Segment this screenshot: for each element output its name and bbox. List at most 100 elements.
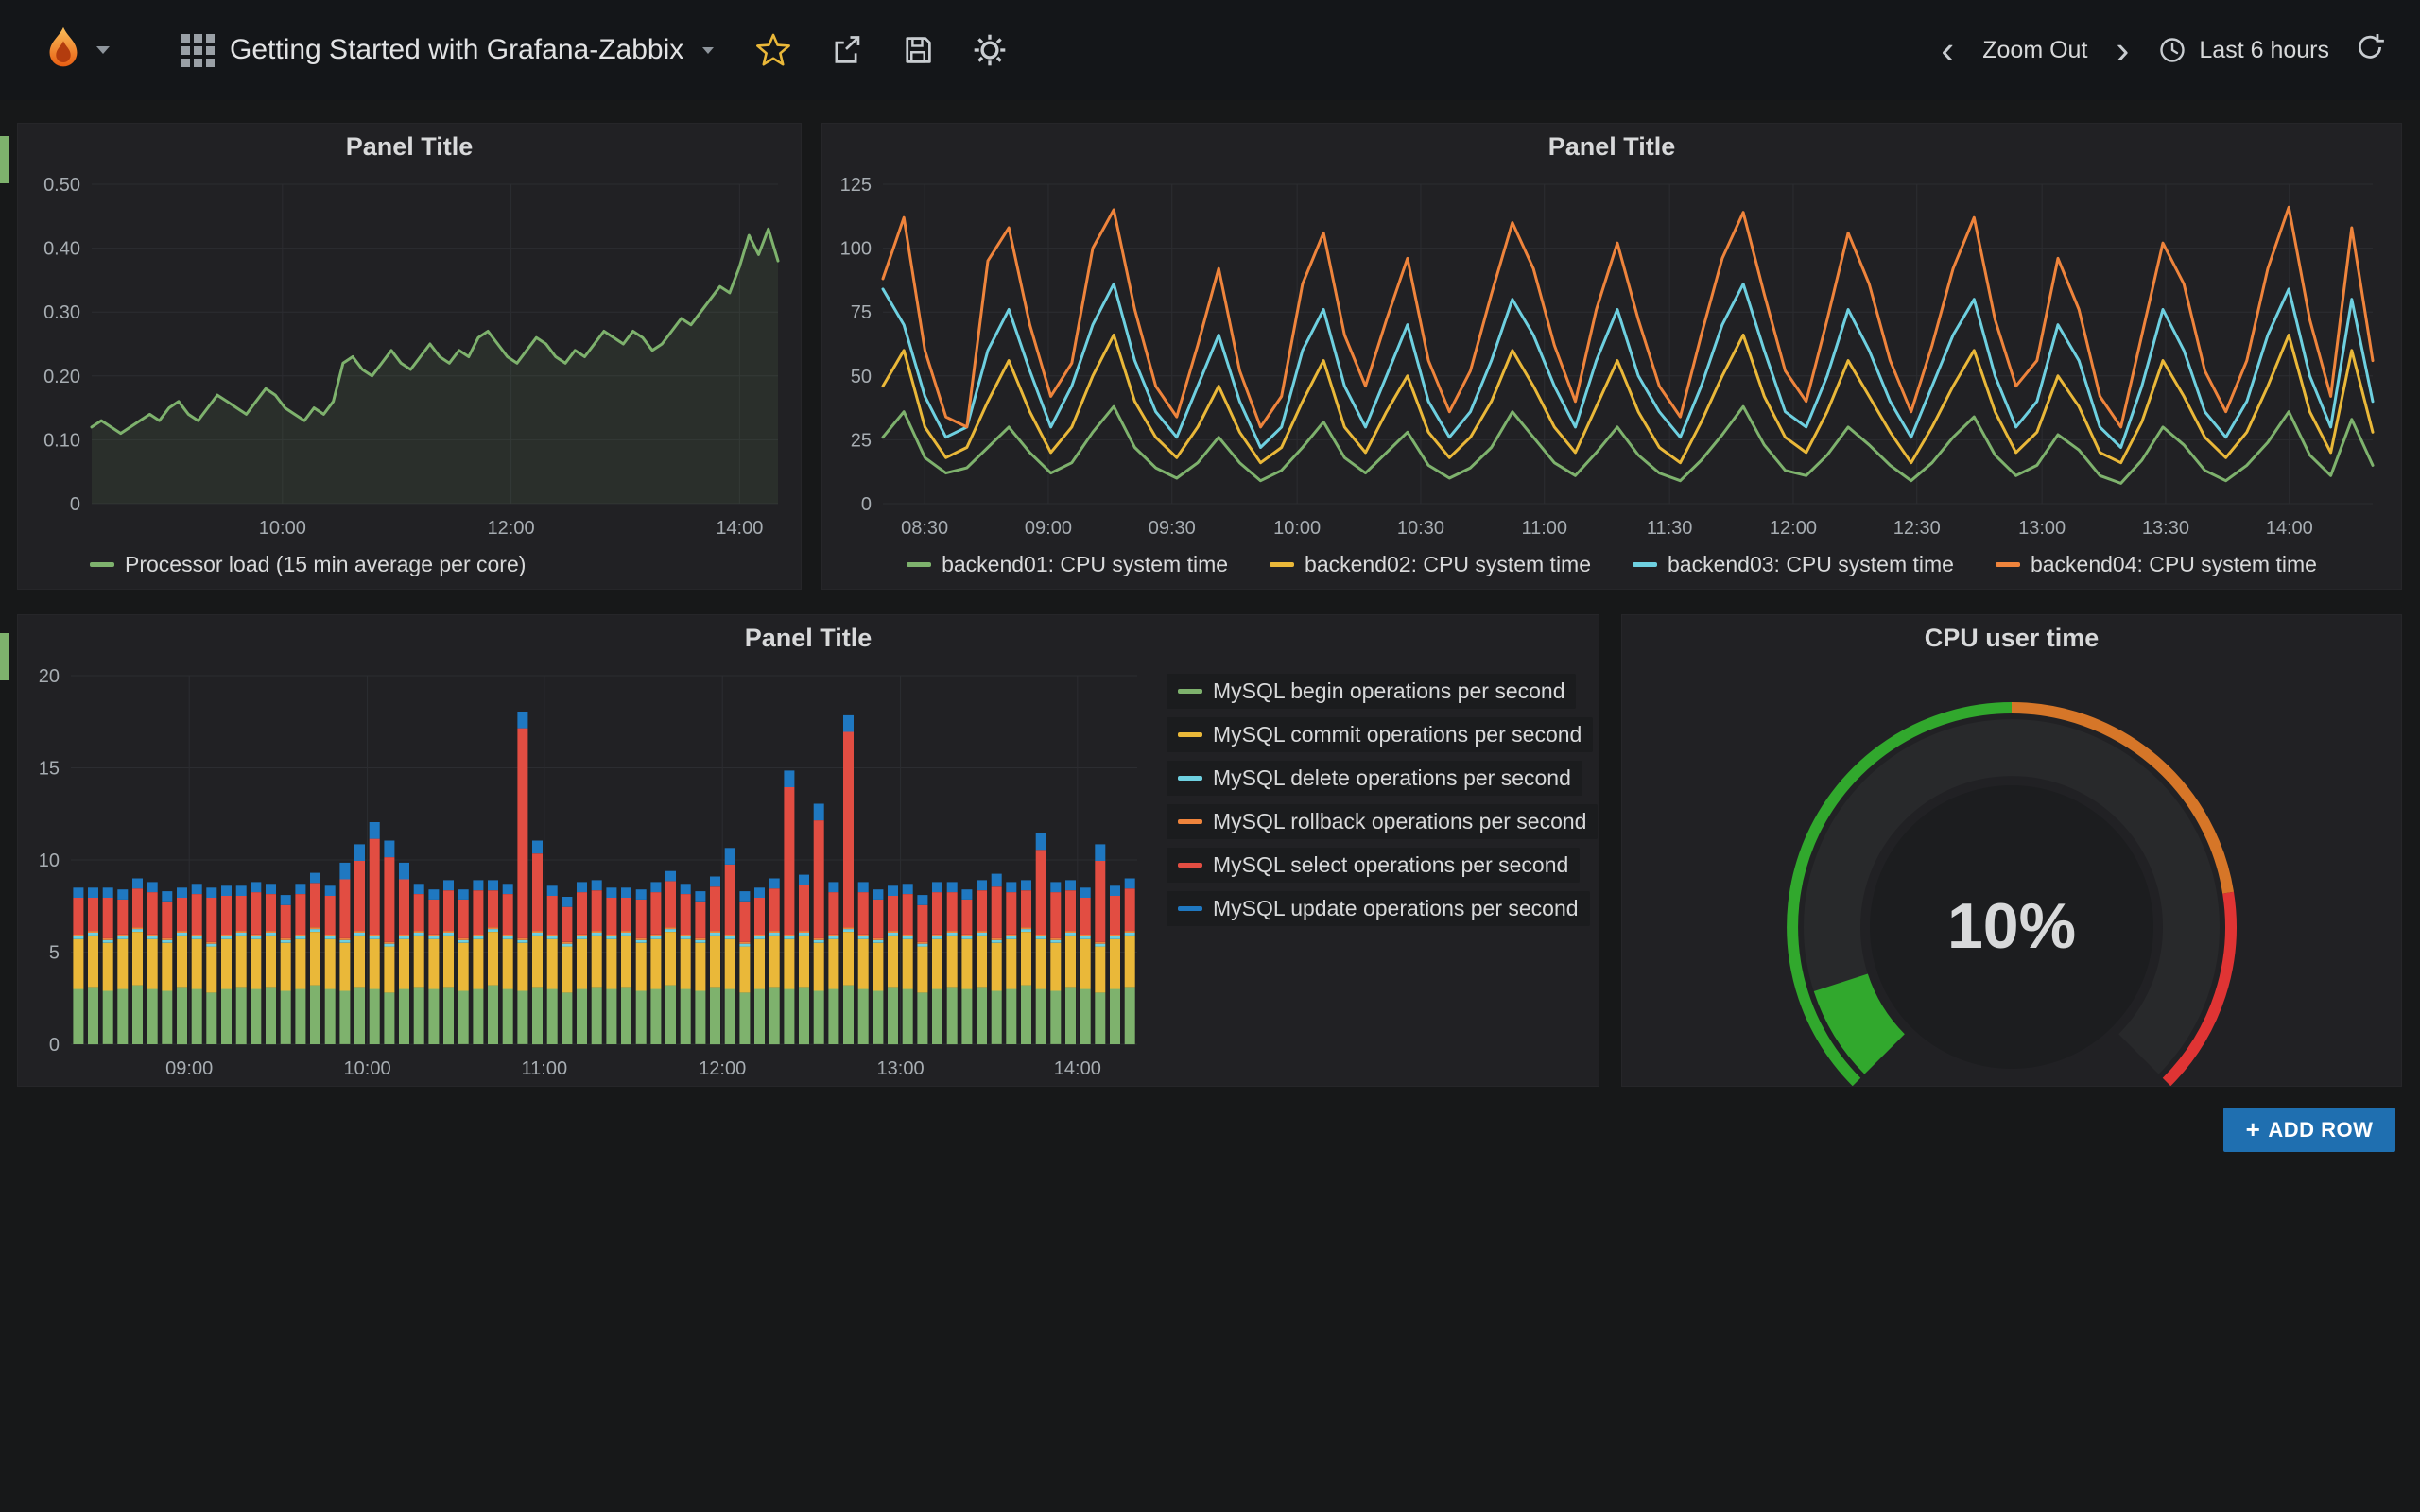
cpu-user-time-gauge[interactable]: 10%: [1622, 661, 2401, 1086]
processor-load-chart[interactable]: 00.100.200.300.400.5010:0012:0014:00: [18, 169, 801, 545]
svg-text:14:00: 14:00: [716, 518, 763, 539]
grafana-menu-button[interactable]: [0, 0, 147, 100]
series-color-dash: [1178, 732, 1202, 737]
legend-item[interactable]: backend01: CPU system time: [907, 552, 1228, 577]
series-label: MySQL commit operations per second: [1213, 722, 1582, 747]
panel-cpu-user-time: CPU user time 10%: [1621, 614, 2402, 1087]
dashboard-picker[interactable]: Getting Started with Grafana-Zabbix: [182, 34, 714, 67]
svg-text:10:00: 10:00: [1273, 518, 1321, 539]
save-button[interactable]: [901, 33, 935, 67]
star-icon: [755, 32, 791, 68]
series-label: backend04: CPU system time: [2031, 552, 2317, 577]
caret-down-icon: [702, 47, 714, 54]
svg-text:13:00: 13:00: [877, 1058, 925, 1079]
svg-text:13:30: 13:30: [2142, 518, 2189, 539]
chart-legend: Processor load (15 min average per core): [18, 544, 801, 584]
add-row-label: ADD ROW: [2268, 1118, 2373, 1143]
svg-text:09:00: 09:00: [165, 1058, 213, 1079]
clock-icon: [2157, 35, 2187, 65]
svg-text:10%: 10%: [1947, 890, 2076, 962]
navbar: Getting Started with Grafana-Zabbix: [0, 0, 2420, 100]
panel-processor-load: Panel Title 00.100.200.300.400.5010:0012…: [17, 123, 802, 590]
series-label: MySQL delete operations per second: [1213, 765, 1571, 791]
svg-text:14:00: 14:00: [2266, 518, 2313, 539]
panel-title[interactable]: Panel Title: [822, 124, 2401, 169]
svg-text:11:30: 11:30: [1647, 518, 1693, 539]
series-color-dash: [1633, 562, 1657, 567]
settings-button[interactable]: [973, 33, 1007, 67]
svg-text:10:00: 10:00: [259, 518, 306, 539]
svg-text:14:00: 14:00: [1054, 1058, 1101, 1079]
row-toggle-tab[interactable]: [0, 633, 9, 680]
legend-item[interactable]: MySQL update operations per second: [1167, 891, 1590, 926]
series-label: MySQL select operations per second: [1213, 852, 1568, 878]
legend-item[interactable]: MySQL rollback operations per second: [1167, 804, 1598, 839]
panel-title[interactable]: CPU user time: [1622, 615, 2401, 661]
chevron-left-icon[interactable]: ‹: [1937, 30, 1958, 70]
svg-text:12:30: 12:30: [1893, 518, 1941, 539]
row-toggle-tab[interactable]: [0, 136, 9, 183]
svg-text:0.20: 0.20: [43, 367, 80, 387]
svg-text:125: 125: [840, 175, 872, 196]
legend-item[interactable]: backend03: CPU system time: [1633, 552, 1954, 577]
chart-legend: MySQL begin operations per second MySQL c…: [1167, 674, 1598, 926]
chart-legend: backend01: CPU system time backend02: CPU…: [822, 544, 2401, 584]
legend-item[interactable]: MySQL select operations per second: [1167, 848, 1580, 883]
svg-text:0.50: 0.50: [43, 175, 80, 196]
svg-text:0: 0: [49, 1035, 60, 1056]
mysql-operations-chart[interactable]: 0510152009:0010:0011:0012:0013:0014:00: [18, 661, 1152, 1086]
series-color-dash: [1270, 562, 1294, 567]
share-button[interactable]: [829, 33, 863, 67]
gear-icon: [973, 33, 1007, 67]
series-color-dash: [1178, 819, 1202, 824]
svg-text:12:00: 12:00: [1770, 518, 1817, 539]
svg-text:12:00: 12:00: [488, 518, 535, 539]
series-color-dash: [1178, 776, 1202, 781]
panel-mysql-operations: Panel Title 0510152009:0010:0011:0012:00…: [17, 614, 1599, 1087]
time-range-picker[interactable]: Last 6 hours: [2157, 35, 2329, 65]
svg-text:100: 100: [840, 239, 872, 260]
save-icon: [901, 33, 935, 67]
svg-text:0: 0: [861, 494, 872, 515]
svg-text:12:00: 12:00: [699, 1058, 746, 1079]
panel-backend-cpu: Panel Title 025507510012508:3009:0009:30…: [821, 123, 2402, 590]
series-color-dash: [1178, 689, 1202, 694]
svg-text:09:30: 09:30: [1149, 518, 1196, 539]
svg-text:20: 20: [39, 666, 60, 687]
chevron-right-icon[interactable]: ›: [2112, 30, 2133, 70]
legend-item[interactable]: backend02: CPU system time: [1270, 552, 1591, 577]
series-label: MySQL begin operations per second: [1213, 679, 1564, 704]
svg-text:10:30: 10:30: [1397, 518, 1444, 539]
zoom-out-button[interactable]: Zoom Out: [1982, 37, 2087, 64]
legend-item[interactable]: Processor load (15 min average per core): [90, 552, 526, 577]
series-label: backend01: CPU system time: [942, 552, 1228, 577]
share-icon: [829, 33, 863, 67]
grafana-logo-icon: [38, 25, 89, 76]
panel-title[interactable]: Panel Title: [18, 615, 1599, 661]
panel-title[interactable]: Panel Title: [18, 124, 801, 169]
svg-text:09:00: 09:00: [1025, 518, 1072, 539]
legend-item[interactable]: MySQL begin operations per second: [1167, 674, 1576, 709]
time-controls: ‹ Zoom Out › Last 6 hours: [1937, 30, 2420, 70]
dashboard-title: Getting Started with Grafana-Zabbix: [230, 34, 683, 66]
star-button[interactable]: [755, 32, 791, 68]
svg-text:0.30: 0.30: [43, 302, 80, 323]
series-label: backend02: CPU system time: [1305, 552, 1591, 577]
caret-down-icon: [96, 46, 110, 54]
svg-text:0.10: 0.10: [43, 430, 80, 451]
series-label: MySQL update operations per second: [1213, 896, 1579, 921]
svg-text:50: 50: [851, 367, 872, 387]
series-color-dash: [1996, 562, 2020, 567]
refresh-button[interactable]: [2354, 31, 2386, 70]
legend-item[interactable]: MySQL delete operations per second: [1167, 761, 1582, 796]
legend-item[interactable]: MySQL commit operations per second: [1167, 717, 1593, 752]
legend-item[interactable]: backend04: CPU system time: [1996, 552, 2317, 577]
time-range-label: Last 6 hours: [2199, 37, 2329, 64]
dashboard-actions: [755, 32, 1007, 68]
add-row-button[interactable]: + ADD ROW: [2223, 1108, 2395, 1152]
svg-text:25: 25: [851, 430, 872, 451]
svg-text:5: 5: [49, 943, 60, 964]
plus-icon: +: [2246, 1115, 2261, 1144]
backend-cpu-chart[interactable]: 025507510012508:3009:0009:3010:0010:3011…: [822, 169, 2401, 545]
svg-text:08:30: 08:30: [901, 518, 948, 539]
